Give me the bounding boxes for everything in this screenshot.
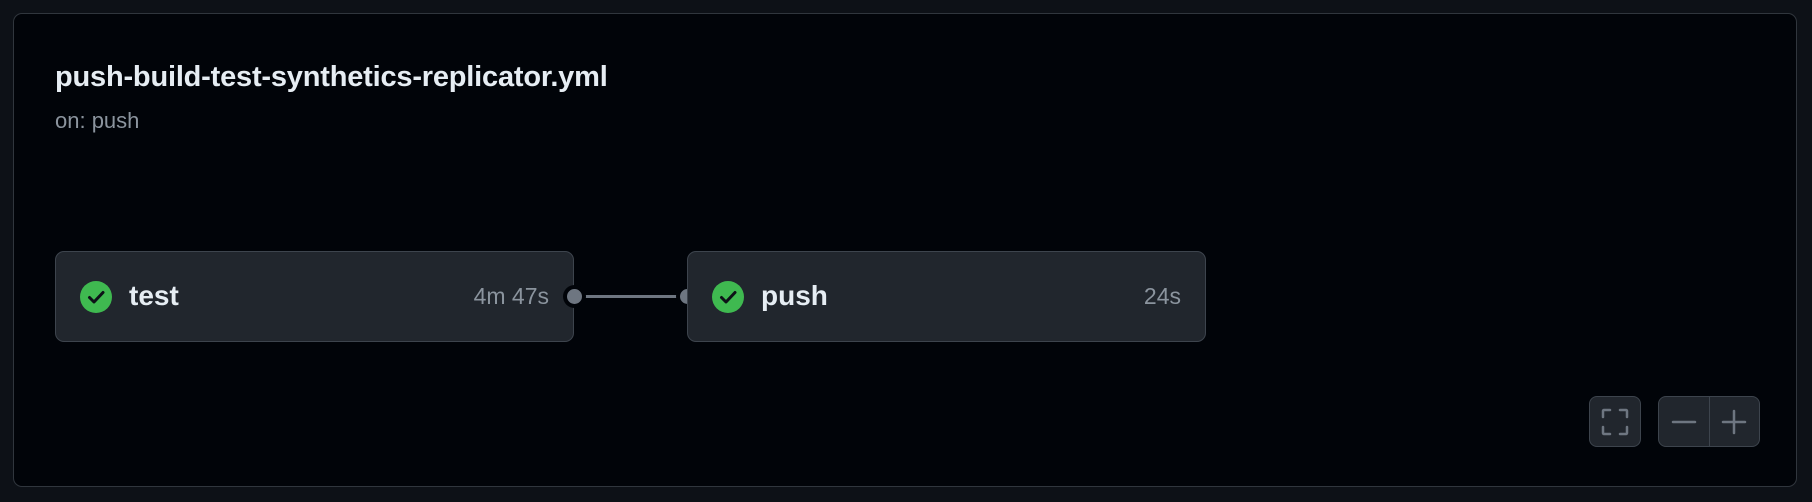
workflow-title[interactable]: push-build-test-synthetics-replicator.ym… xyxy=(55,61,608,94)
fullscreen-button[interactable] xyxy=(1589,396,1641,447)
job-connector-line xyxy=(574,295,687,298)
zoom-in-button[interactable] xyxy=(1710,397,1760,446)
job-output-port xyxy=(563,285,586,308)
workflow-trigger: on: push xyxy=(55,108,140,133)
job-card-push[interactable]: push 24s xyxy=(687,251,1206,342)
workflow-graph-panel: push-build-test-synthetics-replicator.ym… xyxy=(13,13,1797,487)
zoom-out-icon xyxy=(1671,420,1696,423)
fullscreen-icon xyxy=(1601,408,1629,435)
job-name: push xyxy=(761,280,828,311)
job-duration: 24s xyxy=(1143,283,1181,309)
zoom-out-button[interactable] xyxy=(1659,397,1709,446)
zoom-in-icon xyxy=(1722,409,1747,434)
check-circle-icon xyxy=(712,281,744,313)
zoom-controls xyxy=(1658,396,1760,447)
check-circle-icon xyxy=(80,281,112,313)
job-card-test[interactable]: test 4m 47s xyxy=(55,251,574,342)
job-name: test xyxy=(129,280,179,311)
job-duration: 4m 47s xyxy=(473,283,549,309)
